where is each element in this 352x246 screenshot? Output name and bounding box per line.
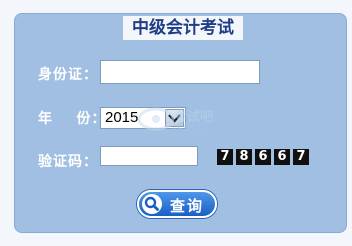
id-input[interactable] xyxy=(100,60,260,84)
captcha-digit: 6 xyxy=(255,149,271,165)
captcha-digit: 7 xyxy=(217,149,233,165)
query-button[interactable]: 查询 xyxy=(137,190,217,218)
query-button-label: 查询 xyxy=(170,197,205,215)
captcha-digit: 7 xyxy=(293,149,309,165)
captcha-digit: 6 xyxy=(274,149,290,165)
captcha-digit: 8 xyxy=(236,149,252,165)
captcha-image[interactable]: 7 8 6 6 7 xyxy=(217,149,309,165)
year-selected-value: 2015 xyxy=(105,109,139,126)
year-select[interactable]: 2015 xyxy=(100,107,186,129)
chevron-down-icon[interactable] xyxy=(165,109,184,127)
captcha-input[interactable] xyxy=(100,146,198,166)
year-label: 年 份： xyxy=(38,111,107,127)
captcha-label: 验证码： xyxy=(38,154,98,170)
panel-title: 中级会计考试 xyxy=(123,16,243,40)
id-label: 身份证： xyxy=(38,67,98,83)
search-icon xyxy=(142,194,162,214)
